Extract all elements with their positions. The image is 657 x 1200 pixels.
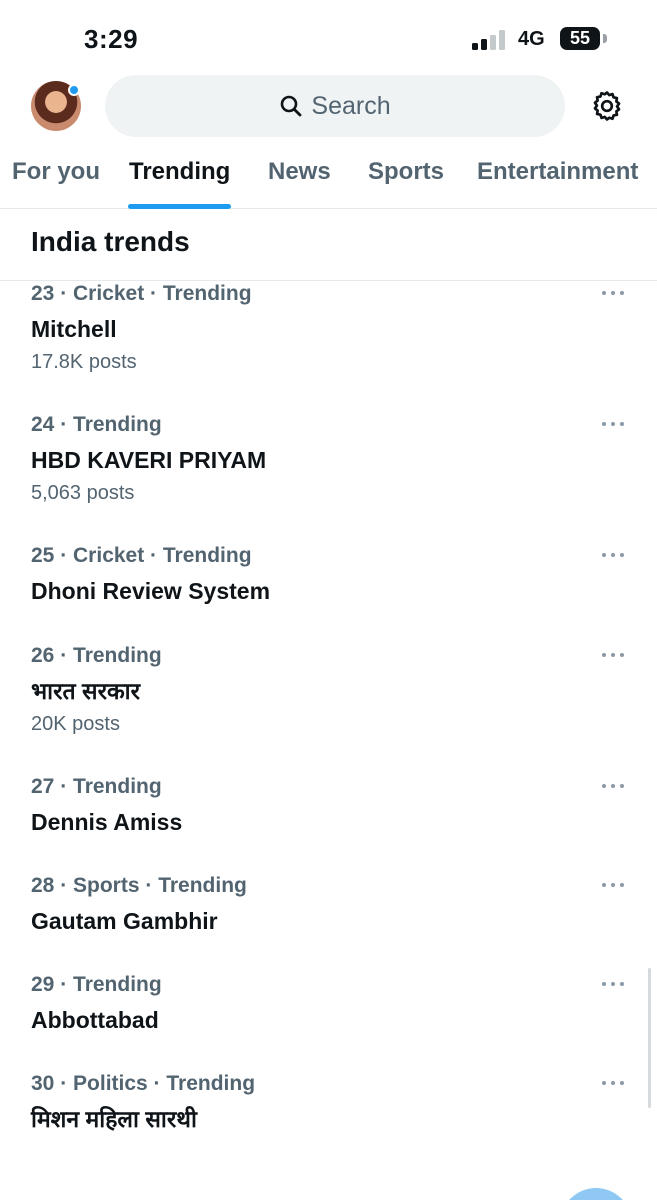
trend-posts: 20K posts bbox=[31, 713, 120, 735]
trend-meta: 25 · Cricket · Trending bbox=[31, 544, 252, 567]
status-time: 3:29 bbox=[84, 24, 139, 54]
search-placeholder: Search bbox=[311, 91, 391, 120]
trend-item[interactable]: 24 · Trending HBD KAVERI PRIYAM 5,063 po… bbox=[31, 412, 631, 506]
trend-name: HBD KAVERI PRIYAM bbox=[31, 447, 267, 473]
trend-meta: 26 · Trending bbox=[31, 644, 162, 667]
notification-dot bbox=[68, 84, 80, 96]
network-label: 4G bbox=[518, 28, 545, 50]
trend-item[interactable]: 28 · Sports · Trending Gautam Gambhir bbox=[31, 873, 631, 936]
top-header: Search bbox=[0, 75, 657, 137]
trend-name: Gautam Gambhir bbox=[31, 908, 218, 934]
trend-name: Dhoni Review System bbox=[31, 578, 271, 604]
more-icon[interactable] bbox=[601, 551, 625, 559]
more-icon[interactable] bbox=[601, 1079, 625, 1087]
trend-item[interactable]: 30 · Politics · Trending मिशन महिला सारथ… bbox=[31, 1071, 631, 1134]
trend-meta: 24 · Trending bbox=[31, 413, 162, 436]
tab-for-you[interactable]: For you bbox=[12, 158, 100, 186]
battery-cap bbox=[603, 34, 607, 43]
more-icon[interactable] bbox=[601, 420, 625, 428]
trend-item[interactable]: 25 · Cricket · Trending Dhoni Review Sys… bbox=[31, 543, 631, 606]
trend-posts: 5,063 posts bbox=[31, 482, 135, 504]
more-icon[interactable] bbox=[601, 881, 625, 889]
battery-icon: 55 bbox=[560, 27, 600, 50]
section-title: India trends bbox=[31, 226, 190, 257]
more-icon[interactable] bbox=[601, 782, 625, 790]
active-tab-indicator bbox=[128, 204, 231, 209]
tab-trending[interactable]: Trending bbox=[129, 158, 230, 186]
tab-bar: For you Trending News Sports Entertainme… bbox=[0, 152, 657, 209]
trend-item[interactable]: 23 · Cricket · Trending Mitchell 17.8K p… bbox=[31, 281, 631, 375]
trend-meta: 28 · Sports · Trending bbox=[31, 874, 247, 897]
scrollbar[interactable] bbox=[648, 968, 651, 1108]
trend-item[interactable]: 29 · Trending Abbottabad bbox=[31, 972, 631, 1035]
more-icon[interactable] bbox=[601, 980, 625, 988]
signal-icon bbox=[472, 30, 505, 50]
search-input[interactable]: Search bbox=[105, 75, 565, 137]
trend-item[interactable]: 26 · Trending भारत सरकार 20K posts bbox=[31, 643, 631, 737]
trend-name: Dennis Amiss bbox=[31, 809, 183, 835]
compose-button[interactable] bbox=[560, 1188, 632, 1200]
tab-sports[interactable]: Sports bbox=[368, 158, 444, 186]
trend-name: Abbottabad bbox=[31, 1007, 159, 1033]
trend-item[interactable]: 27 · Trending Dennis Amiss bbox=[31, 774, 631, 837]
trend-name: मिशन महिला सारथी bbox=[31, 1106, 197, 1132]
trend-name: भारत सरकार bbox=[31, 678, 141, 704]
more-icon[interactable] bbox=[601, 651, 625, 659]
trend-meta: 30 · Politics · Trending bbox=[31, 1072, 256, 1095]
status-bar: 3:29 4G 55 bbox=[0, 0, 657, 75]
trend-meta: 27 · Trending bbox=[31, 775, 162, 798]
search-icon bbox=[281, 95, 302, 117]
more-icon[interactable] bbox=[601, 289, 625, 297]
trend-meta: 23 · Cricket · Trending bbox=[31, 282, 252, 305]
tab-news[interactable]: News bbox=[268, 158, 331, 186]
trend-posts: 17.8K posts bbox=[31, 351, 137, 373]
trend-name: Mitchell bbox=[31, 316, 117, 342]
gear-icon[interactable] bbox=[590, 89, 624, 123]
trend-meta: 29 · Trending bbox=[31, 973, 162, 996]
tab-entertainment[interactable]: Entertainment bbox=[477, 158, 638, 186]
